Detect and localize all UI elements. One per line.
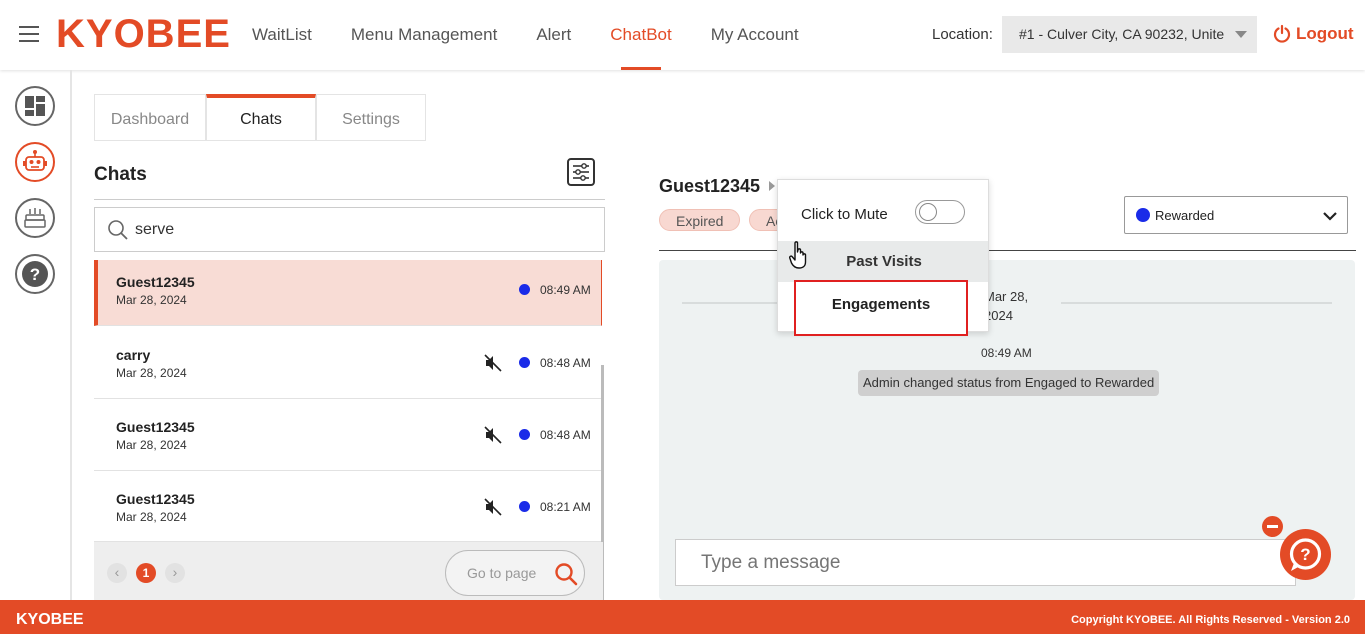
next-page-button[interactable]: › — [165, 563, 185, 583]
kyobee-logo[interactable]: KYOBEE — [56, 12, 231, 57]
help-chat-button[interactable]: ? — [1280, 529, 1331, 580]
footer-brand: KYOBEE — [16, 611, 84, 628]
hamburger-menu-icon[interactable] — [19, 26, 39, 43]
chatbot-tabs: Dashboard Chats Settings — [94, 94, 426, 141]
cake-icon[interactable] — [15, 198, 55, 238]
tab-settings[interactable]: Settings — [316, 94, 426, 141]
toggle-knob — [919, 203, 937, 221]
date-separator-line — [1061, 302, 1332, 304]
mute-toggle[interactable] — [915, 200, 965, 224]
go-to-page-placeholder: Go to page — [467, 565, 537, 581]
search-icon — [108, 220, 128, 240]
chevron-down-icon — [1323, 212, 1337, 221]
tab-chats[interactable]: Chats — [206, 94, 316, 141]
nav-my-account[interactable]: My Account — [711, 0, 799, 70]
svg-text:?: ? — [30, 265, 40, 284]
engagements-button[interactable]: Engagements — [794, 280, 968, 336]
mute-label: Click to Mute — [801, 206, 888, 223]
chat-list-item[interactable]: Guest12345 Mar 28, 2024 08:48 AM — [94, 399, 602, 471]
message-input[interactable] — [676, 540, 1295, 585]
minus-icon — [1267, 525, 1278, 528]
chat-date: Mar 28, 2024 — [116, 293, 187, 307]
chat-search-box[interactable] — [94, 207, 605, 252]
chat-guest-name: carry — [116, 347, 151, 363]
page-number-button[interactable]: 1 — [136, 563, 156, 583]
status-badge-expired: Expired — [659, 209, 741, 231]
chats-title: Chats — [94, 164, 147, 185]
nav-alert[interactable]: Alert — [536, 0, 571, 70]
left-sidebar: ? — [0, 70, 72, 600]
location-label: Location: — [932, 26, 993, 43]
chat-list-item[interactable]: Guest12345 Mar 28, 2024 08:49 AM — [94, 260, 602, 326]
search-icon — [555, 563, 578, 586]
chat-list-item[interactable]: carry Mar 28, 2024 08:48 AM — [94, 327, 602, 399]
nav-waitlist[interactable]: WaitList — [252, 0, 312, 70]
chat-date: Mar 28, 2024 — [116, 366, 187, 380]
location-value: #1 - Culver City, CA 90232, United State… — [1019, 26, 1224, 42]
logout-label: Logout — [1296, 24, 1354, 43]
system-message: Admin changed status from Engaged to Rew… — [858, 370, 1160, 396]
mute-icon — [484, 426, 502, 444]
date-separator-label: Mar 28, 2024 — [984, 289, 1029, 323]
location-select[interactable]: #1 - Culver City, CA 90232, United State… — [1002, 16, 1257, 53]
robot-icon[interactable] — [15, 142, 55, 182]
power-icon — [1273, 24, 1291, 43]
main-nav: WaitList Menu Management Alert ChatBot M… — [252, 0, 838, 70]
chat-search-input[interactable] — [135, 218, 585, 242]
past-visits-label: Past Visits — [846, 253, 922, 270]
chat-guest-name: Guest12345 — [116, 274, 195, 290]
go-to-page-input[interactable]: Go to page — [445, 550, 585, 596]
chat-list-item[interactable]: Guest12345 Mar 28, 2024 08:21 AM — [94, 471, 602, 542]
chat-time: 08:48 AM — [540, 356, 591, 370]
prev-page-button[interactable]: ‹ — [107, 563, 127, 583]
chat-time: 08:21 AM — [540, 500, 591, 514]
conversation-guest-name[interactable]: Guest12345 — [659, 176, 760, 197]
footer-copyright: Copyright KYOBEE. All Rights Reserved - … — [1071, 614, 1350, 626]
date-separator-line — [682, 302, 782, 304]
chat-date: Mar 28, 2024 — [116, 510, 187, 524]
status-dot-icon — [519, 357, 530, 368]
status-select-value: Rewarded — [1155, 208, 1215, 223]
caret-right-icon[interactable] — [769, 181, 775, 191]
message-input-box[interactable] — [675, 539, 1296, 586]
divider — [659, 250, 1356, 251]
mute-icon — [484, 498, 502, 516]
dropdown-arrow-icon — [1235, 31, 1247, 38]
chat-guest-name: Guest12345 — [116, 419, 195, 435]
chat-list: Guest12345 Mar 28, 2024 08:49 AM carry M… — [94, 260, 603, 542]
logout-button[interactable]: Logout — [1272, 24, 1354, 44]
message-time: 08:49 AM — [981, 346, 1032, 360]
sliders-icon — [573, 163, 589, 181]
help-icon[interactable]: ? — [15, 254, 55, 294]
status-dot-icon — [519, 429, 530, 440]
filter-button[interactable] — [567, 158, 595, 186]
pagination: ‹ 1 › Go to page — [94, 542, 603, 600]
past-visits-button[interactable]: Past Visits — [778, 241, 988, 282]
footer: KYOBEE Copyright KYOBEE. All Rights Rese… — [0, 600, 1365, 634]
chat-guest-name: Guest12345 — [116, 491, 195, 507]
top-header: KYOBEE WaitList Menu Management Alert Ch… — [0, 0, 1365, 70]
dashboard-icon[interactable] — [15, 86, 55, 126]
status-dot-icon — [519, 501, 530, 512]
chat-date: Mar 28, 2024 — [116, 438, 187, 452]
mute-icon — [484, 354, 502, 372]
status-select[interactable]: Rewarded — [1124, 196, 1348, 234]
hand-cursor-icon — [789, 241, 807, 269]
tab-dashboard[interactable]: Dashboard — [94, 94, 206, 141]
chat-time: 08:48 AM — [540, 428, 591, 442]
svg-text:?: ? — [1300, 545, 1310, 564]
help-bubble-icon: ? — [1289, 538, 1322, 571]
divider — [94, 199, 605, 200]
status-dot-icon — [519, 284, 530, 295]
nav-menu-management[interactable]: Menu Management — [351, 0, 497, 70]
chat-time: 08:49 AM — [540, 283, 591, 297]
nav-chatbot[interactable]: ChatBot — [610, 0, 672, 70]
status-dot-icon — [1136, 208, 1150, 222]
